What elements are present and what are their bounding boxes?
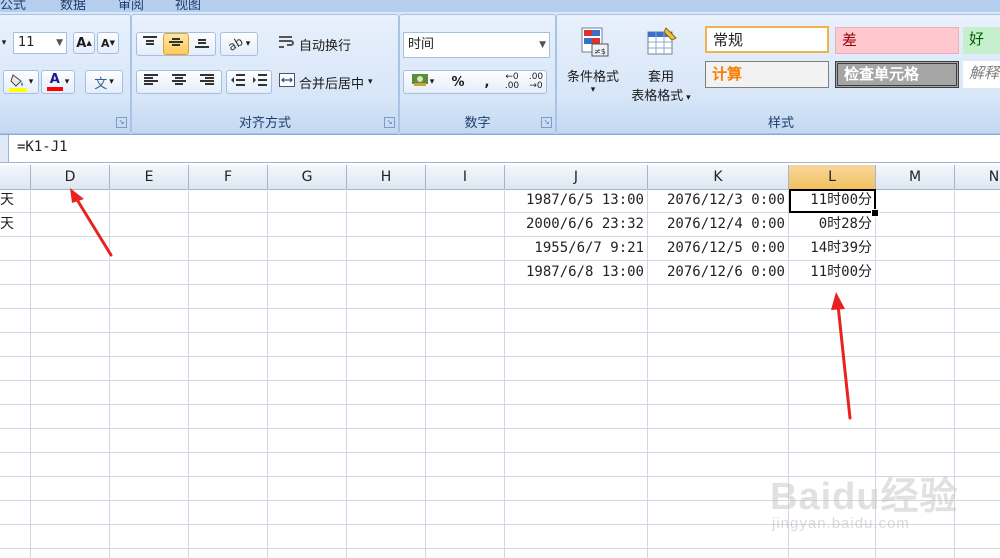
arrow-annotation-d (70, 188, 113, 257)
arrow-annotation-l (831, 292, 852, 420)
annotation-layer (70, 188, 852, 420)
